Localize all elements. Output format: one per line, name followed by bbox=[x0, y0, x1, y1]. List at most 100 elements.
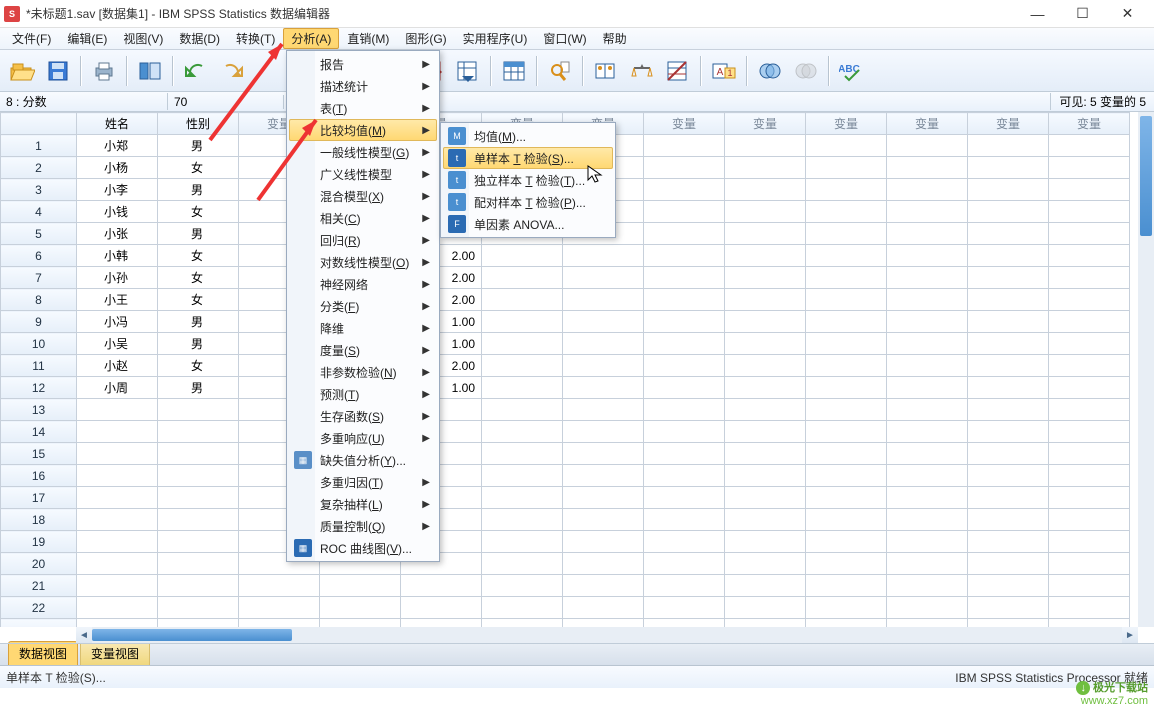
maximize-button[interactable]: ☐ bbox=[1060, 0, 1105, 28]
menu-item[interactable]: 预测(T)▶ bbox=[289, 383, 437, 405]
menu-item[interactable]: 描述统计▶ bbox=[289, 75, 437, 97]
table-row[interactable]: 13 bbox=[1, 399, 1130, 421]
split-file-button[interactable] bbox=[590, 55, 622, 87]
print-button[interactable] bbox=[88, 55, 120, 87]
table-row[interactable]: 11小赵女2.00 bbox=[1, 355, 1130, 377]
menu-item[interactable]: 多重归因(T)▶ bbox=[289, 471, 437, 493]
table-row[interactable]: 16 bbox=[1, 465, 1130, 487]
save-button[interactable] bbox=[42, 55, 74, 87]
value-labels-button[interactable]: A1 bbox=[708, 55, 740, 87]
menu-item[interactable]: 广义线性模型▶ bbox=[289, 163, 437, 185]
menu-item[interactable]: 非参数检验(N)▶ bbox=[289, 361, 437, 383]
menu-图形[interactable]: 图形(G) bbox=[397, 28, 454, 49]
table-row[interactable]: 7小孙女2.00 bbox=[1, 267, 1130, 289]
menu-直销[interactable]: 直销(M) bbox=[339, 28, 397, 49]
menu-item[interactable]: F单因素 ANOVA... bbox=[443, 213, 613, 235]
column-header[interactable]: 变量 bbox=[968, 113, 1049, 135]
menu-item[interactable]: 对数线性模型(O)▶ bbox=[289, 251, 437, 273]
menu-item[interactable]: t配对样本 T 检验(P)... bbox=[443, 191, 613, 213]
menu-item-label: 单因素 ANOVA... bbox=[474, 216, 564, 233]
table-row[interactable]: 21 bbox=[1, 575, 1130, 597]
goto-variable-button[interactable] bbox=[452, 55, 484, 87]
menu-item[interactable]: t单样本 T 检验(S)... bbox=[443, 147, 613, 169]
menu-item[interactable]: ▦缺失值分析(Y)... bbox=[289, 449, 437, 471]
menu-item[interactable]: 质量控制(Q)▶ bbox=[289, 515, 437, 537]
table-row[interactable]: 12小周男1.00 bbox=[1, 377, 1130, 399]
menu-数据[interactable]: 数据(D) bbox=[171, 28, 228, 49]
column-header[interactable]: 变量 bbox=[725, 113, 806, 135]
column-header[interactable]: 变量 bbox=[644, 113, 725, 135]
menu-item[interactable]: 分类(F)▶ bbox=[289, 295, 437, 317]
table-row[interactable]: 9小冯男1.00 bbox=[1, 311, 1130, 333]
menu-item[interactable]: 混合模型(X)▶ bbox=[289, 185, 437, 207]
weight-cases-button[interactable] bbox=[626, 55, 658, 87]
menu-分析[interactable]: 分析(A) bbox=[283, 28, 339, 49]
column-header[interactable]: 变量 bbox=[1049, 113, 1130, 135]
undo-button[interactable] bbox=[180, 55, 212, 87]
menu-转换[interactable]: 转换(T) bbox=[228, 28, 283, 49]
analyze-menu-dropdown[interactable]: 报告▶描述统计▶表(T)▶比较均值(M)▶一般线性模型(G)▶广义线性模型▶混合… bbox=[286, 50, 440, 562]
menu-item[interactable]: 降维▶ bbox=[289, 317, 437, 339]
column-header[interactable]: 变量 bbox=[806, 113, 887, 135]
recall-dialog-button[interactable] bbox=[134, 55, 166, 87]
table-row[interactable]: 19 bbox=[1, 531, 1130, 553]
use-sets-button[interactable] bbox=[754, 55, 786, 87]
horizontal-scrollbar[interactable]: ◄ ► bbox=[76, 627, 1138, 643]
table-row[interactable]: 20 bbox=[1, 553, 1130, 575]
menu-item[interactable]: 回归(R)▶ bbox=[289, 229, 437, 251]
table-row[interactable]: 8小王女2.00 bbox=[1, 289, 1130, 311]
menu-文件[interactable]: 文件(F) bbox=[4, 28, 59, 49]
close-button[interactable]: ✕ bbox=[1105, 0, 1150, 28]
select-cases-button[interactable] bbox=[662, 55, 694, 87]
menu-item[interactable]: M均值(M)... bbox=[443, 125, 613, 147]
tab-variable-view[interactable]: 变量视图 bbox=[80, 641, 150, 665]
menu-实用程序[interactable]: 实用程序(U) bbox=[455, 28, 536, 49]
redo-button[interactable] bbox=[216, 55, 248, 87]
menu-item[interactable]: t独立样本 T 检验(T)... bbox=[443, 169, 613, 191]
menu-item[interactable]: 神经网络▶ bbox=[289, 273, 437, 295]
menu-item[interactable]: 生存函数(S)▶ bbox=[289, 405, 437, 427]
table-row[interactable]: 6小韩女2.00 bbox=[1, 245, 1130, 267]
menu-item[interactable]: 比较均值(M)▶ bbox=[289, 119, 437, 141]
menu-item-icon: t bbox=[448, 171, 466, 189]
menu-item[interactable]: 一般线性模型(G)▶ bbox=[289, 141, 437, 163]
scroll-left-button[interactable]: ◄ bbox=[76, 627, 92, 643]
table-row[interactable]: 15 bbox=[1, 443, 1130, 465]
column-header[interactable]: 性别 bbox=[158, 113, 239, 135]
menu-item[interactable]: 相关(C)▶ bbox=[289, 207, 437, 229]
table-row[interactable]: 17 bbox=[1, 487, 1130, 509]
table-row[interactable]: 14 bbox=[1, 421, 1130, 443]
menu-item[interactable]: 复杂抽样(L)▶ bbox=[289, 493, 437, 515]
menu-视图[interactable]: 视图(V) bbox=[115, 28, 171, 49]
menu-item[interactable]: 报告▶ bbox=[289, 53, 437, 75]
table-row[interactable]: 18 bbox=[1, 509, 1130, 531]
variables-button[interactable] bbox=[498, 55, 530, 87]
menu-帮助[interactable]: 帮助 bbox=[595, 28, 635, 49]
svg-text:1: 1 bbox=[727, 68, 732, 78]
menu-窗口[interactable]: 窗口(W) bbox=[535, 28, 594, 49]
tab-data-view[interactable]: 数据视图 bbox=[8, 641, 78, 665]
menu-item-label: 缺失值分析(Y)... bbox=[320, 452, 406, 469]
menu-编辑[interactable]: 编辑(E) bbox=[59, 28, 115, 49]
view-tabs: 数据视图 变量视图 bbox=[0, 644, 1154, 666]
scroll-right-button[interactable]: ► bbox=[1122, 627, 1138, 643]
menu-item[interactable]: ▦ROC 曲线图(V)... bbox=[289, 537, 437, 559]
table-row[interactable]: 10小吴男1.00 bbox=[1, 333, 1130, 355]
menu-item[interactable]: 多重响应(U)▶ bbox=[289, 427, 437, 449]
menu-item-label: 度量(S) bbox=[320, 342, 360, 359]
find-button[interactable] bbox=[544, 55, 576, 87]
cell-value[interactable]: 70 bbox=[168, 95, 284, 109]
vertical-scrollbar[interactable] bbox=[1138, 112, 1154, 627]
show-all-button[interactable] bbox=[790, 55, 822, 87]
menu-item[interactable]: 表(T)▶ bbox=[289, 97, 437, 119]
submenu-arrow-icon: ▶ bbox=[422, 81, 430, 92]
spellcheck-button[interactable]: ABC bbox=[836, 55, 868, 87]
menu-item-label: 神经网络 bbox=[320, 276, 368, 293]
open-button[interactable] bbox=[6, 55, 38, 87]
minimize-button[interactable]: — bbox=[1015, 0, 1060, 28]
table-row[interactable]: 22 bbox=[1, 597, 1130, 619]
compare-means-submenu[interactable]: M均值(M)...t单样本 T 检验(S)...t独立样本 T 检验(T)...… bbox=[440, 122, 616, 238]
menu-item[interactable]: 度量(S)▶ bbox=[289, 339, 437, 361]
column-header[interactable]: 变量 bbox=[887, 113, 968, 135]
column-header[interactable]: 姓名 bbox=[77, 113, 158, 135]
